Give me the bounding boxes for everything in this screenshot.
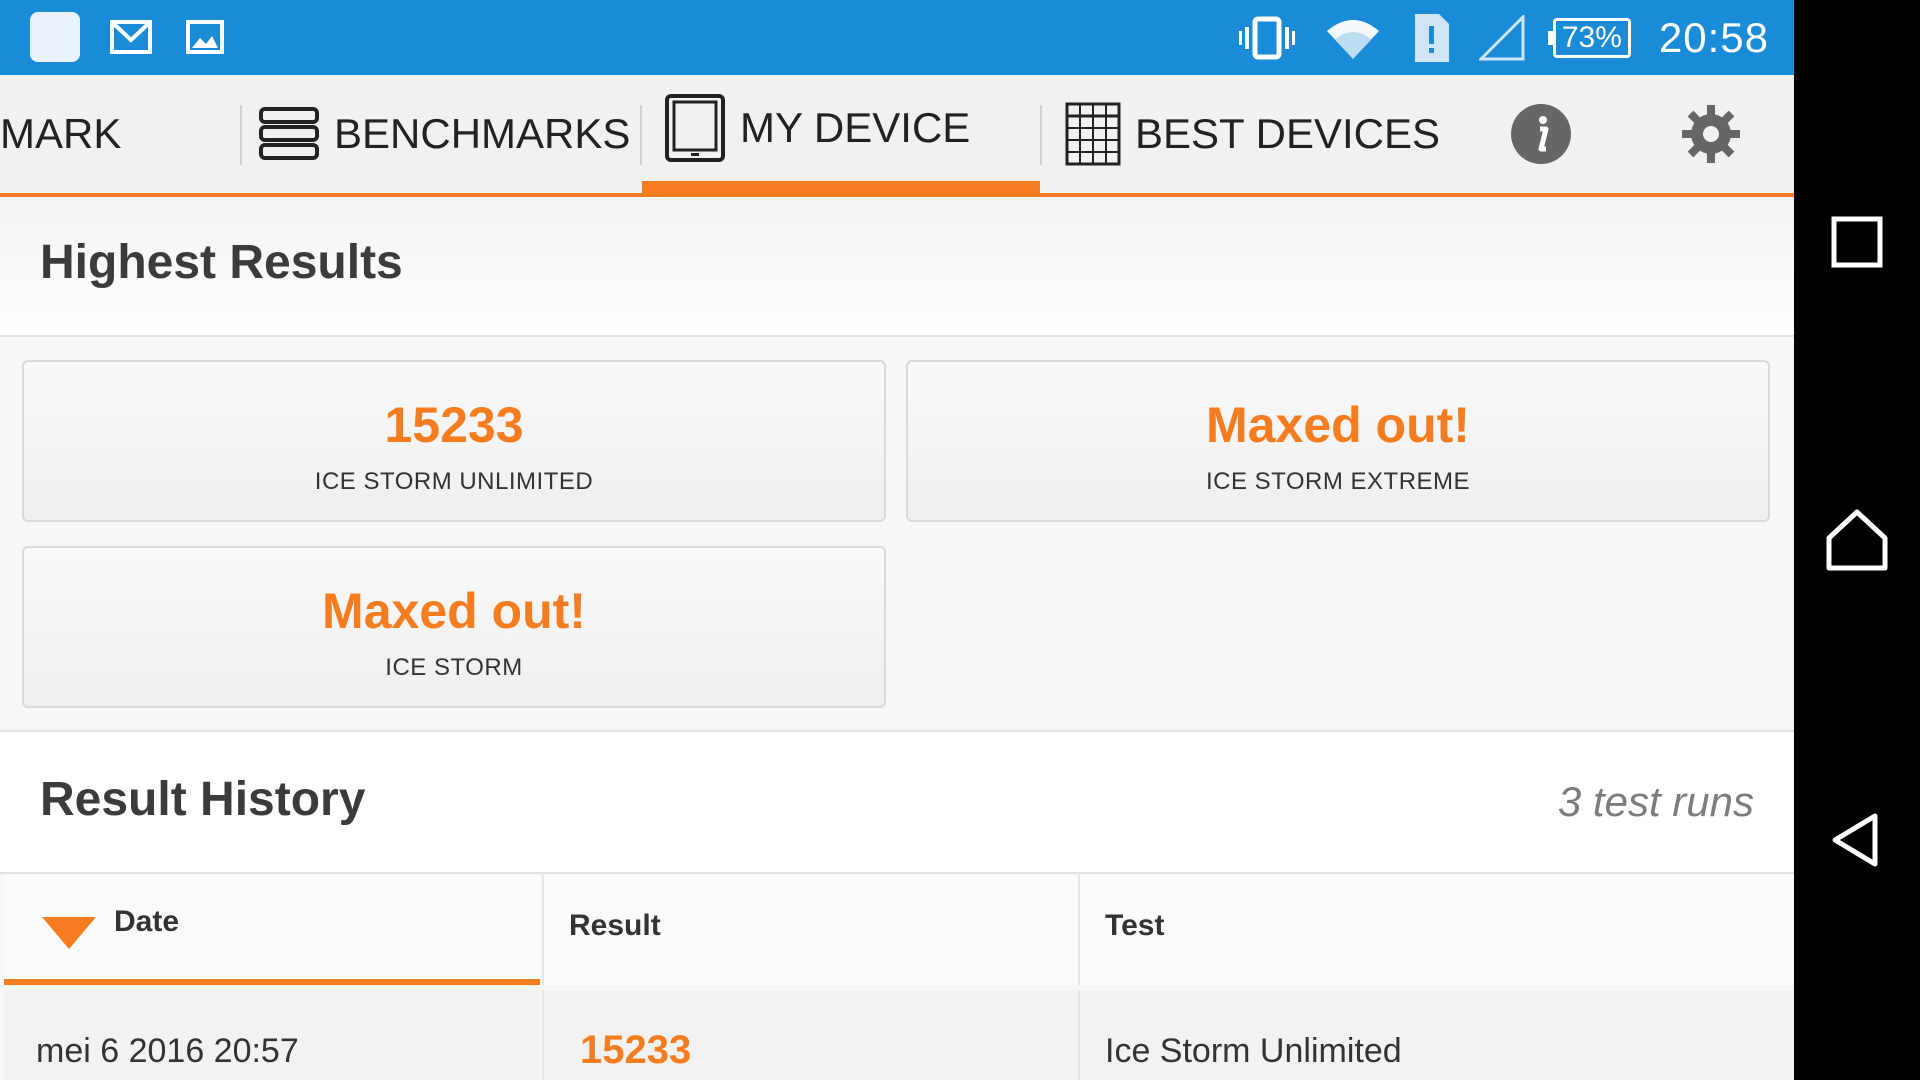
row-test: Ice Storm Unlimited — [1105, 1032, 1402, 1070]
tab-separator — [240, 105, 242, 165]
cellular-signal-icon — [1478, 14, 1525, 60]
image-notification-icon — [186, 20, 224, 54]
battery-indicator: 73% — [1547, 17, 1631, 58]
sort-descending-icon — [42, 917, 96, 949]
tab-3dmark[interactable]: MARK — [0, 75, 121, 193]
tab-my-device[interactable]: MY DEVICE — [642, 75, 1040, 193]
row-date: mei 6 2016 20:57 — [36, 1032, 299, 1070]
tab-benchmarks[interactable]: BENCHMARKS — [258, 75, 630, 193]
column-header-test[interactable]: Test — [1078, 875, 1794, 985]
result-card-value: Maxed out! — [1206, 397, 1470, 453]
result-card[interactable]: Maxed out! ICE STORM EXTREME — [906, 360, 1770, 522]
column-header-date-label: Date — [114, 905, 180, 938]
app-notification-icon — [30, 12, 80, 62]
recent-apps-icon[interactable] — [1831, 216, 1883, 268]
row-result-cell: 15233 — [542, 990, 1078, 1080]
result-card-value: Maxed out! — [322, 583, 586, 639]
info-icon[interactable] — [1510, 103, 1572, 165]
status-clock: 20:58 — [1658, 13, 1769, 61]
tab-3dmark-label: MARK — [0, 110, 122, 157]
navigation-bar — [1794, 0, 1920, 1080]
column-header-test-label: Test — [1105, 909, 1165, 942]
status-bar: 73% 20:58 — [0, 0, 1794, 75]
result-history-title: Result History — [40, 773, 366, 826]
wifi-icon — [1326, 19, 1379, 59]
highest-results-title: Highest Results — [40, 236, 403, 289]
row-result: 15233 — [580, 1028, 692, 1072]
column-header-result[interactable]: Result — [542, 875, 1078, 985]
row-date-cell: mei 6 2016 20:57 — [4, 990, 540, 1080]
gmail-notification-icon — [110, 20, 152, 54]
tab-best-devices-label: BEST DEVICES — [1135, 110, 1440, 157]
settings-gear-icon[interactable] — [1680, 103, 1742, 165]
result-card-name: ICE STORM — [385, 654, 523, 681]
benchmarks-icon — [259, 107, 319, 160]
highest-results-header: Highest Results — [0, 197, 1794, 337]
table-grid-icon — [1065, 102, 1121, 166]
column-header-date[interactable]: Date — [4, 875, 540, 985]
result-card[interactable]: 15233 ICE STORM UNLIMITED — [22, 360, 886, 522]
result-card-name: ICE STORM EXTREME — [1205, 468, 1471, 495]
back-icon[interactable] — [1829, 812, 1881, 868]
app-screen: 73% 20:58 MARK BENCHMARKS MY DEVICE BEST… — [0, 0, 1794, 1080]
result-card-name: ICE STORM UNLIMITED — [314, 468, 594, 495]
vibrate-icon — [1238, 16, 1295, 59]
sim-alert-icon — [1414, 13, 1449, 62]
tab-my-device-label: MY DEVICE — [740, 104, 971, 151]
tab-separator — [1040, 105, 1042, 165]
tab-best-devices[interactable]: BEST DEVICES — [1065, 75, 1440, 193]
test-runs-count: 3 test runs — [1557, 778, 1754, 825]
home-icon[interactable] — [1825, 508, 1889, 572]
result-card-value: 15233 — [384, 397, 524, 453]
result-history-header: Result History 3 test runs — [0, 730, 1794, 874]
row-test-cell: Ice Storm Unlimited — [1078, 990, 1794, 1080]
tab-benchmarks-label: BENCHMARKS — [334, 110, 631, 157]
result-card[interactable]: Maxed out! ICE STORM — [22, 546, 886, 708]
column-header-result-label: Result — [569, 909, 661, 942]
top-tab-bar: MARK BENCHMARKS MY DEVICE BEST DEVICES — [0, 75, 1794, 197]
tablet-icon — [665, 94, 725, 162]
